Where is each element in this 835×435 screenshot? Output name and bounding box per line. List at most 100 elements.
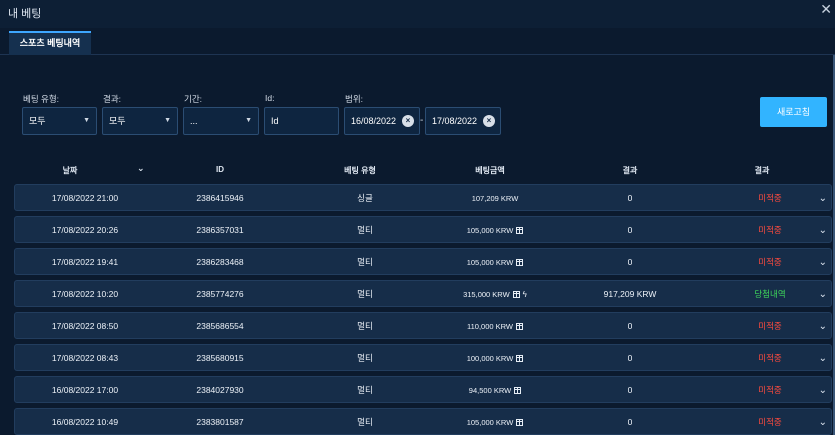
- row-bet-type: 멀티: [357, 289, 373, 299]
- gift-icon: [516, 259, 524, 266]
- period-select[interactable]: ... ▼: [183, 107, 259, 135]
- row-status: 미적중: [758, 321, 782, 331]
- chevron-down-icon[interactable]: ⌄: [819, 313, 827, 340]
- tab-sports-bet-history[interactable]: 스포츠 베팅내역: [9, 31, 91, 55]
- gift-icon: [516, 419, 524, 426]
- period-label: 기간:: [184, 94, 203, 104]
- row-amount-cell: 315,000 KRW ϟ: [435, 281, 555, 308]
- row-amount-cell: 105,000 KRW: [435, 409, 555, 435]
- table-row[interactable]: 16/08/2022 17:00 2384027930 멀티 94,500 KR…: [14, 376, 832, 403]
- filter-panel: 베팅 유형: 모두 ▼ 결과: 모두 ▼ 기간: ... ▼ Id: Id 범위…: [0, 55, 835, 155]
- row-amount: 105,000 KRW: [466, 258, 514, 267]
- row-payout: 0: [627, 417, 633, 427]
- row-bet-type: 싱글: [357, 193, 373, 203]
- table-row[interactable]: 16/08/2022 10:49 2383801587 멀티 105,000 K…: [14, 408, 832, 435]
- table-header: 날짜 ⌄ ID 베팅 유형 베팅금액 결과 결과: [0, 160, 835, 180]
- result-select[interactable]: 모두 ▼: [102, 107, 178, 135]
- row-bet-type: 멀티: [357, 385, 373, 395]
- id-label: Id:: [265, 93, 275, 103]
- row-date: 16/08/2022 10:49: [51, 417, 119, 427]
- header-bet-amount: 베팅금액: [475, 166, 505, 175]
- header-date[interactable]: 날짜: [50, 165, 90, 176]
- id-input[interactable]: Id: [264, 107, 339, 135]
- chevron-down-icon[interactable]: ⌄: [819, 281, 827, 308]
- table-row[interactable]: 17/08/2022 21:00 2386415946 싱글 107,209 K…: [14, 184, 832, 211]
- bet-type-value: 모두: [29, 116, 46, 126]
- id-input-value: Id: [271, 116, 279, 126]
- row-amount: 107,209 KRW: [471, 194, 519, 203]
- row-id: 2385680915: [196, 353, 244, 363]
- header-bet-type: 베팅 유형: [344, 166, 376, 175]
- range-label: 범위:: [345, 94, 364, 104]
- row-amount: 100,000 KRW: [466, 354, 514, 363]
- sort-chevron-icon[interactable]: ⌄: [137, 163, 145, 174]
- row-status: 미적중: [758, 257, 782, 267]
- row-amount-cell: 94,500 KRW: [435, 377, 555, 404]
- bet-type-select[interactable]: 모두 ▼: [22, 107, 97, 135]
- row-bet-type: 멀티: [357, 321, 373, 331]
- clear-icon[interactable]: ×: [402, 115, 414, 127]
- gift-icon: [516, 355, 524, 362]
- row-status: 당첨내역: [754, 289, 786, 299]
- title-bar: 내 베팅 ✕: [0, 0, 835, 28]
- row-id: 2386357031: [196, 225, 244, 235]
- table-row[interactable]: 17/08/2022 08:50 2385686554 멀티 110,000 K…: [14, 312, 832, 339]
- row-status: 미적중: [758, 225, 782, 235]
- chevron-down-icon[interactable]: ⌄: [819, 377, 827, 404]
- row-payout: 0: [627, 321, 633, 331]
- row-id: 2383801587: [196, 417, 244, 427]
- row-date: 17/08/2022 08:50: [51, 321, 119, 331]
- row-payout: 0: [627, 193, 633, 203]
- date-from-value: 16/08/2022: [351, 116, 397, 126]
- caret-down-icon: ▼: [164, 117, 171, 124]
- row-amount: 94,500 KRW: [468, 386, 512, 395]
- row-date: 17/08/2022 10:20: [51, 289, 119, 299]
- header-payout: 결과: [622, 166, 638, 175]
- clear-icon[interactable]: ×: [483, 115, 495, 127]
- lightning-icon: ϟ: [522, 290, 527, 299]
- row-amount-cell: 100,000 KRW: [435, 345, 555, 372]
- table-row[interactable]: 17/08/2022 10:20 2385774276 멀티 315,000 K…: [14, 280, 832, 307]
- row-status: 미적중: [758, 353, 782, 363]
- gift-icon: [516, 323, 523, 330]
- refresh-button[interactable]: 새로고침: [760, 97, 827, 127]
- row-payout: 0: [627, 225, 633, 235]
- row-amount: 110,000 KRW: [467, 322, 513, 331]
- date-from-input[interactable]: 16/08/2022 ×: [344, 107, 420, 135]
- table-row[interactable]: 17/08/2022 20:26 2386357031 멀티 105,000 K…: [14, 216, 832, 243]
- result-label: 결과:: [103, 94, 122, 104]
- row-amount: 105,000 KRW: [466, 418, 514, 427]
- range-separator: -: [420, 115, 424, 126]
- chevron-down-icon[interactable]: ⌄: [819, 217, 827, 244]
- row-date: 17/08/2022 19:41: [51, 257, 119, 267]
- row-amount-cell: 105,000 KRW: [435, 249, 555, 276]
- row-amount-cell: 107,209 KRW: [435, 185, 555, 212]
- close-icon[interactable]: ✕: [820, 2, 832, 16]
- date-to-value: 17/08/2022: [432, 116, 478, 126]
- row-status: 미적중: [758, 193, 782, 203]
- row-status: 미적중: [758, 385, 782, 395]
- row-payout: 917,209 KRW: [603, 289, 657, 299]
- tab-bar: 스포츠 베팅내역: [0, 28, 835, 55]
- chevron-down-icon[interactable]: ⌄: [819, 185, 827, 212]
- row-date: 17/08/2022 21:00: [51, 193, 119, 203]
- row-bet-type: 멀티: [357, 225, 373, 235]
- row-bet-type: 멀티: [357, 417, 373, 427]
- table-row[interactable]: 17/08/2022 19:41 2386283468 멀티 105,000 K…: [14, 248, 832, 275]
- row-date: 16/08/2022 17:00: [51, 385, 119, 395]
- row-id: 2386415946: [196, 193, 244, 203]
- chevron-down-icon[interactable]: ⌄: [819, 249, 827, 276]
- row-amount: 105,000 KRW: [466, 226, 514, 235]
- row-amount: 315,000 KRW: [463, 290, 510, 299]
- row-date: 17/08/2022 20:26: [51, 225, 119, 235]
- row-bet-type: 멀티: [357, 257, 373, 267]
- row-payout: 0: [627, 353, 633, 363]
- result-value: 모두: [109, 116, 126, 126]
- table-row[interactable]: 17/08/2022 08:43 2385680915 멀티 100,000 K…: [14, 344, 832, 371]
- header-status: 결과: [754, 166, 770, 175]
- row-payout: 0: [627, 385, 633, 395]
- date-to-input[interactable]: 17/08/2022 ×: [425, 107, 501, 135]
- gift-icon: [516, 227, 524, 234]
- chevron-down-icon[interactable]: ⌄: [819, 345, 827, 372]
- chevron-down-icon[interactable]: ⌄: [819, 409, 827, 435]
